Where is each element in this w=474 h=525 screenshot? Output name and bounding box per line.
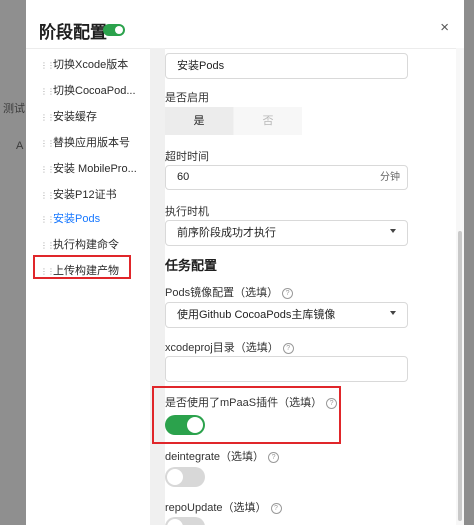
- mirror-label-text: Pods镜像配置（选填）: [165, 287, 279, 299]
- enabled-label: 是否启用: [165, 92, 209, 104]
- sidebar-item-install-cache[interactable]: ⋮⋮安装缓存: [40, 107, 97, 127]
- sidebar-item-install-p12[interactable]: ⋮⋮安装P12证书: [40, 185, 117, 205]
- mirror-select[interactable]: 使用Github CocoaPods主库镜像: [165, 302, 408, 328]
- background-mark: A: [16, 140, 24, 152]
- close-icon[interactable]: ×: [440, 20, 449, 35]
- highlight-box-install-pods: [33, 255, 131, 279]
- sidebar-item-install-mobileprovision[interactable]: ⋮⋮安装 MobilePro...: [40, 159, 137, 179]
- caret-down-icon: [390, 229, 396, 233]
- timing-select[interactable]: 前序阶段成功才执行: [165, 220, 408, 246]
- step-name-value: 安装Pods: [177, 60, 225, 72]
- panel-divider: [150, 48, 165, 525]
- mirror-value: 使用Github CocoaPods主库镜像: [177, 309, 336, 321]
- drag-handle-icon[interactable]: ⋮⋮: [40, 160, 55, 180]
- repoupdate-toggle[interactable]: [165, 517, 205, 525]
- deintegrate-label: deintegrate（选填）?: [165, 448, 280, 464]
- question-circle-icon[interactable]: ?: [282, 288, 294, 299]
- xcodeproj-label: xcodeproj目录（选填）?: [165, 339, 294, 355]
- background-text: 测试: [3, 103, 25, 115]
- caret-down-icon: [390, 311, 396, 315]
- enabled-option-no[interactable]: 否: [234, 107, 302, 135]
- step-sidebar: ⋮⋮切换Xcode版本 ⋮⋮切换CocoaPod... ⋮⋮安装缓存 ⋮⋮替换应…: [26, 48, 139, 525]
- timing-value: 前序阶段成功才执行: [177, 227, 276, 239]
- task-config-heading: 任务配置: [165, 258, 218, 273]
- timing-label: 执行时机: [165, 206, 209, 218]
- timeout-input[interactable]: 60 分钟: [165, 165, 408, 190]
- enabled-segmented-control: 是 否: [165, 107, 302, 135]
- repoupdate-label: repoUpdate（选填）?: [165, 499, 282, 515]
- stage-enable-toggle[interactable]: [103, 24, 125, 36]
- timeout-label: 超时时间: [165, 151, 209, 163]
- xcodeproj-label-text: xcodeproj目录（选填）: [165, 342, 279, 354]
- question-circle-icon[interactable]: ?: [268, 452, 280, 463]
- question-circle-icon[interactable]: ?: [282, 343, 294, 354]
- sidebar-item-switch-xcode[interactable]: ⋮⋮切换Xcode版本: [40, 55, 128, 75]
- repoupdate-label-text: repoUpdate（选填）: [165, 502, 267, 514]
- sidebar-item-label: 切换CocoaPod...: [53, 85, 136, 97]
- background-page: 测试 A: [0, 0, 26, 525]
- highlight-box-mpaas: [152, 386, 341, 444]
- sidebar-item-label: 切换Xcode版本: [53, 59, 129, 71]
- sidebar-item-label: 安装 MobilePro...: [53, 163, 137, 175]
- drag-handle-icon[interactable]: ⋮⋮: [40, 56, 55, 76]
- sidebar-item-label: 替换应用版本号: [53, 137, 130, 149]
- drag-handle-icon[interactable]: ⋮⋮: [40, 186, 55, 206]
- timeout-value: 60: [177, 171, 190, 183]
- drag-handle-icon[interactable]: ⋮⋮: [40, 108, 55, 128]
- sidebar-item-switch-cocoapods[interactable]: ⋮⋮切换CocoaPod...: [40, 81, 136, 101]
- enabled-option-yes[interactable]: 是: [165, 107, 233, 135]
- sidebar-item-label: 安装Pods: [53, 213, 101, 225]
- drag-handle-icon[interactable]: ⋮⋮: [40, 236, 55, 256]
- mirror-label: Pods镜像配置（选填）?: [165, 284, 294, 300]
- drag-handle-icon[interactable]: ⋮⋮: [40, 210, 55, 230]
- question-circle-icon[interactable]: ?: [270, 503, 282, 514]
- scrollbar-thumb[interactable]: [458, 231, 462, 521]
- scrollbar[interactable]: [456, 48, 464, 525]
- sidebar-item-install-pods[interactable]: ⋮⋮安装Pods: [40, 209, 100, 229]
- stage-config-dialog: 阶段配置 × ⋮⋮切换Xcode版本 ⋮⋮切换CocoaPod... ⋮⋮安装缓…: [26, 0, 464, 525]
- sidebar-item-label: 安装缓存: [53, 111, 97, 123]
- xcodeproj-input[interactable]: [165, 356, 408, 382]
- timeout-unit: 分钟: [380, 172, 400, 183]
- sidebar-item-label: 安装P12证书: [53, 189, 117, 201]
- dialog-header: 阶段配置 ×: [26, 0, 464, 49]
- drag-handle-icon[interactable]: ⋮⋮: [40, 82, 55, 102]
- sidebar-item-replace-version[interactable]: ⋮⋮替换应用版本号: [40, 133, 130, 153]
- toggle-knob: [167, 519, 183, 525]
- sidebar-item-label: 执行构建命令: [53, 239, 119, 251]
- step-config-form: 安装Pods 是否启用 是 否 超时时间 60 分钟 执行时机 前序阶段成功才执…: [152, 48, 456, 525]
- deintegrate-label-text: deintegrate（选填）: [165, 451, 265, 463]
- deintegrate-toggle[interactable]: [165, 467, 205, 487]
- sidebar-item-run-build[interactable]: ⋮⋮执行构建命令: [40, 235, 119, 255]
- step-name-input[interactable]: 安装Pods: [165, 53, 408, 79]
- dialog-title: 阶段配置: [39, 23, 107, 42]
- toggle-knob: [167, 469, 183, 485]
- drag-handle-icon[interactable]: ⋮⋮: [40, 134, 55, 154]
